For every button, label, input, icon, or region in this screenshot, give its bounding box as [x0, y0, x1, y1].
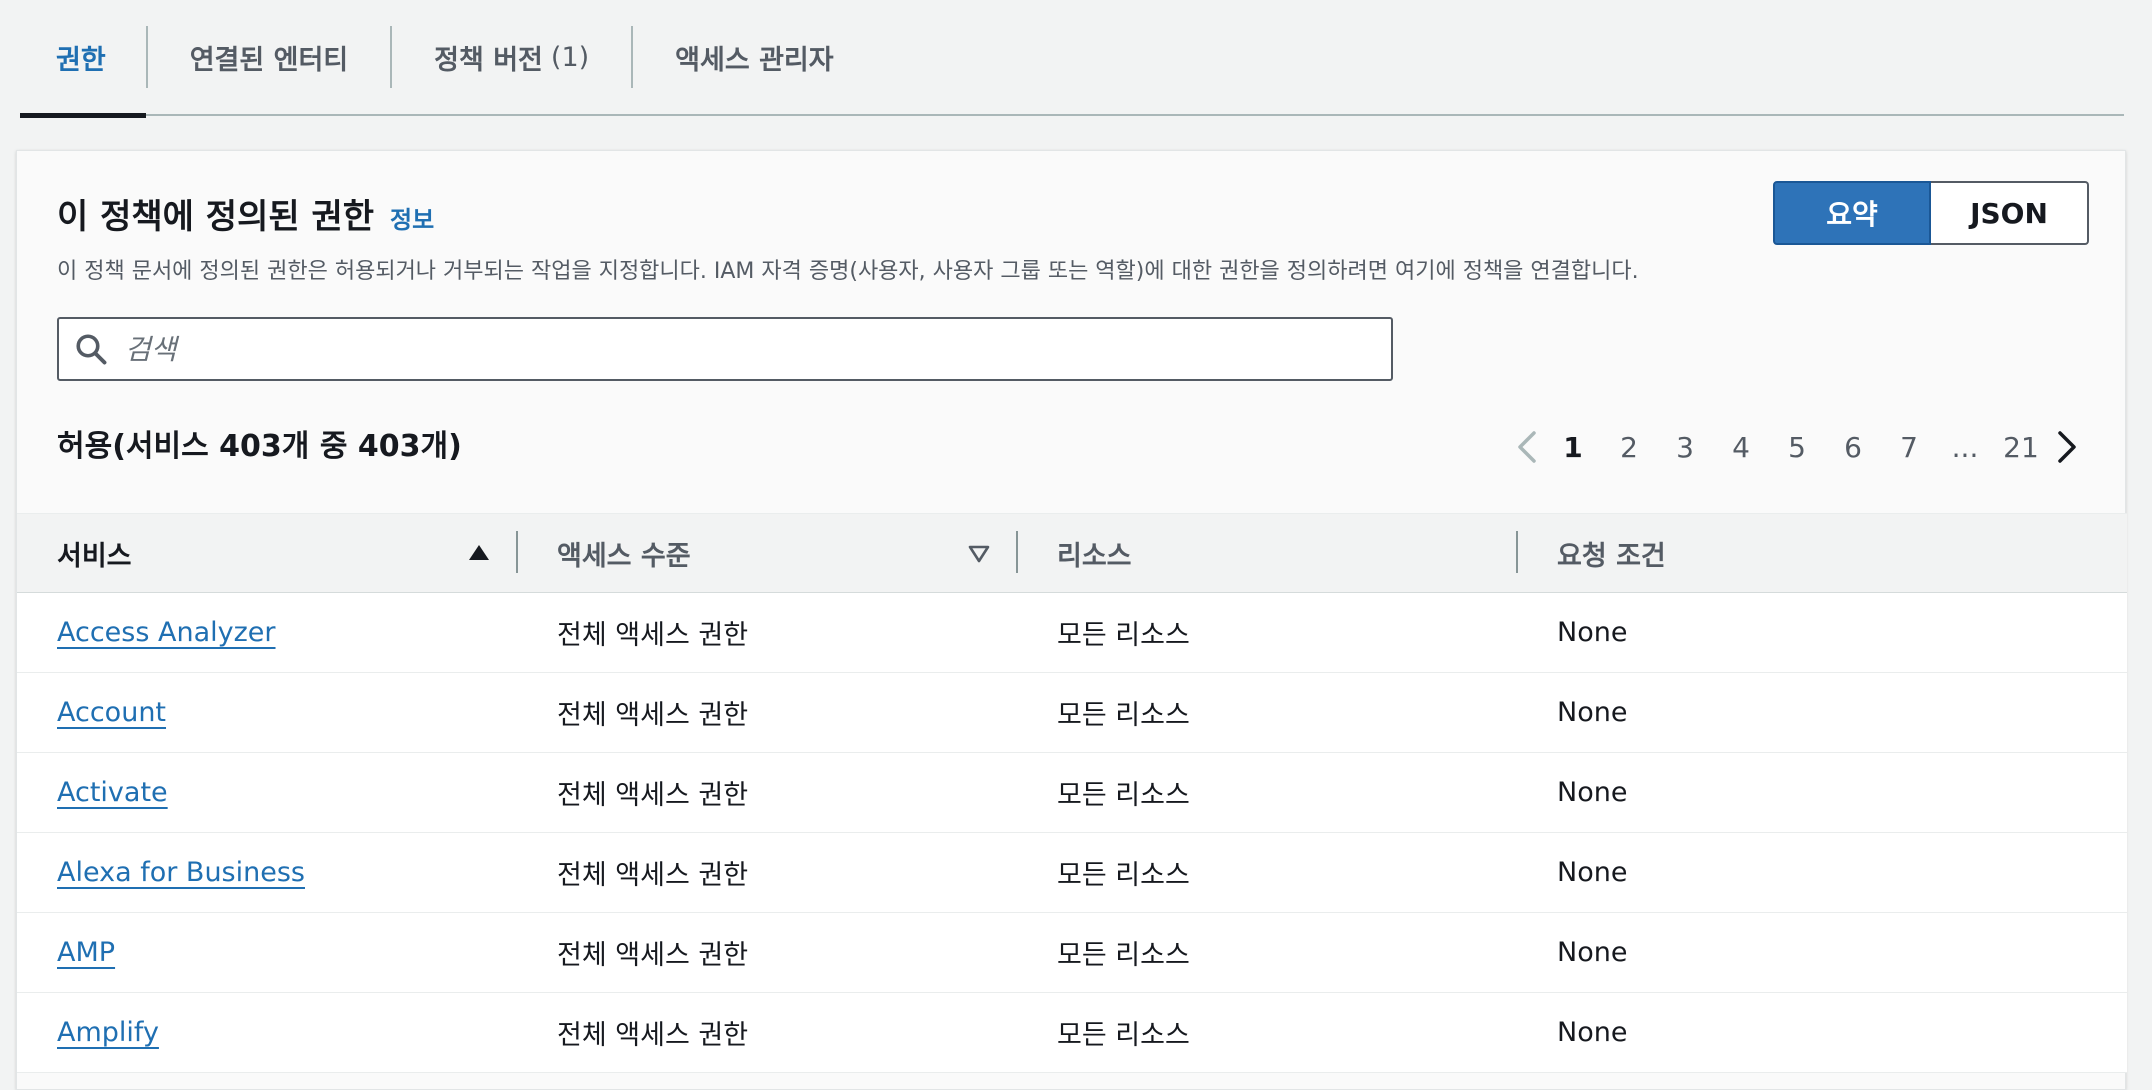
service-cell: Amplify — [17, 1017, 517, 1048]
table-row: Amplify 전체 액세스 권한 모든 리소스 None — [17, 993, 2127, 1073]
sort-descending-icon[interactable] — [967, 541, 991, 565]
tab-label: 액세스 관리자 — [675, 44, 834, 76]
summary-view-button[interactable]: 요약 — [1773, 181, 1931, 245]
previous-page-button[interactable] — [1509, 427, 1545, 467]
service-cell: Activate — [17, 777, 517, 808]
service-link[interactable]: AMP — [57, 937, 115, 968]
access-level-cell: 전체 액세스 권한 — [557, 700, 749, 731]
permissions-panel: 이 정책에 정의된 권한 정보 이 정책 문서에 정의된 권한은 허용되거나 거… — [16, 150, 2127, 1090]
column-header-resource: 리소스 — [1017, 513, 1518, 593]
tab-attached-entities[interactable]: 연결된 엔터티 — [148, 0, 390, 115]
tab-count: (1) — [550, 41, 590, 73]
condition-cell: None — [1557, 857, 1628, 888]
chevron-left-icon — [1518, 431, 1536, 463]
chevron-right-icon — [2058, 431, 2076, 463]
resource-cell: 모든 리소스 — [1057, 620, 1190, 651]
page-3-button[interactable]: 3 — [1657, 431, 1713, 464]
column-header-access-level[interactable]: 액세스 수준 — [517, 513, 1018, 593]
page-ellipsis: ... — [1951, 430, 1979, 464]
resource-cell: 모든 리소스 — [1057, 860, 1190, 891]
resource-cell: 모든 리소스 — [1057, 1020, 1190, 1051]
service-cell: Account — [17, 697, 517, 728]
page-5-button[interactable]: 5 — [1769, 431, 1825, 464]
panel-description: 이 정책 문서에 정의된 권한은 허용되거나 거부되는 작업을 지정합니다. I… — [57, 259, 1639, 284]
service-cell: Alexa for Business — [17, 857, 517, 888]
panel-title: 이 정책에 정의된 권한 — [57, 197, 375, 237]
column-header-service[interactable]: 서비스 — [17, 513, 518, 593]
page-21-button[interactable]: 21 — [1993, 431, 2049, 464]
tab-permissions[interactable]: 권한 — [20, 0, 146, 118]
tab-label: 연결된 엔터티 — [189, 44, 349, 76]
search-input[interactable] — [123, 321, 1391, 377]
access-level-cell: 전체 액세스 권한 — [557, 860, 749, 891]
sort-ascending-icon[interactable] — [467, 541, 491, 565]
panel-header: 이 정책에 정의된 권한 정보 — [57, 189, 434, 238]
tab-bar: 권한 연결된 엔터티 정책 버전 (1) 액세스 관리자 — [20, 0, 2124, 118]
service-cell: AMP — [17, 937, 517, 968]
table-row: AMP 전체 액세스 권한 모든 리소스 None — [17, 913, 2127, 993]
page-2-button[interactable]: 2 — [1601, 431, 1657, 464]
access-level-cell: 전체 액세스 권한 — [557, 940, 749, 971]
condition-cell: None — [1557, 937, 1628, 968]
page-6-button[interactable]: 6 — [1825, 431, 1881, 464]
condition-cell: None — [1557, 697, 1628, 728]
access-level-cell: 전체 액세스 권한 — [557, 780, 749, 811]
service-cell: Access Analyzer — [17, 617, 517, 648]
column-header-request-condition: 요청 조건 — [1517, 513, 2127, 593]
pagination: 1 2 3 4 5 6 7 ... 21 — [1509, 423, 2085, 471]
column-header-label: 액세스 수준 — [557, 540, 691, 572]
condition-cell: None — [1557, 1017, 1628, 1048]
json-view-button[interactable]: JSON — [1931, 181, 2089, 245]
table-row: Access Analyzer 전체 액세스 권한 모든 리소스 None — [17, 593, 2127, 673]
service-link[interactable]: Access Analyzer — [57, 617, 276, 648]
service-link[interactable]: Account — [57, 697, 166, 728]
service-link[interactable]: Alexa for Business — [57, 857, 305, 888]
resource-cell: 모든 리소스 — [1057, 700, 1190, 731]
column-header-label: 요청 조건 — [1557, 540, 1666, 572]
permissions-table: 서비스 액세스 수준 리소스 요청 조건 Access Analyzer 전체 … — [17, 513, 2127, 1073]
table-header: 서비스 액세스 수준 리소스 요청 조건 — [17, 513, 2127, 593]
page-4-button[interactable]: 4 — [1713, 431, 1769, 464]
condition-cell: None — [1557, 617, 1628, 648]
tab-label: 정책 버전 — [434, 44, 543, 76]
view-toggle: 요약 JSON — [1773, 181, 2089, 245]
access-level-cell: 전체 액세스 권한 — [557, 1020, 749, 1051]
next-page-button[interactable] — [2049, 427, 2085, 467]
page-1-button[interactable]: 1 — [1545, 431, 1601, 464]
page-7-button[interactable]: 7 — [1881, 431, 1937, 464]
allowed-services-count: 허용(서비스 403개 중 403개) — [57, 429, 462, 464]
search-box — [57, 317, 1393, 381]
condition-cell: None — [1557, 777, 1628, 808]
column-header-label: 서비스 — [57, 540, 132, 572]
table-row: Alexa for Business 전체 액세스 권한 모든 리소스 None — [17, 833, 2127, 913]
tab-policy-versions[interactable]: 정책 버전 (1) — [392, 0, 631, 115]
service-link[interactable]: Activate — [57, 777, 168, 808]
column-header-label: 리소스 — [1057, 540, 1132, 572]
service-link[interactable]: Amplify — [57, 1017, 159, 1048]
tab-access-advisor[interactable]: 액세스 관리자 — [633, 0, 875, 115]
resource-cell: 모든 리소스 — [1057, 780, 1190, 811]
resource-cell: 모든 리소스 — [1057, 940, 1190, 971]
search-icon — [76, 334, 107, 365]
info-link[interactable]: 정보 — [390, 200, 434, 235]
access-level-cell: 전체 액세스 권한 — [557, 620, 749, 651]
table-row: Activate 전체 액세스 권한 모든 리소스 None — [17, 753, 2127, 833]
table-row: Account 전체 액세스 권한 모든 리소스 None — [17, 673, 2127, 753]
tab-label: 권한 — [56, 44, 106, 76]
